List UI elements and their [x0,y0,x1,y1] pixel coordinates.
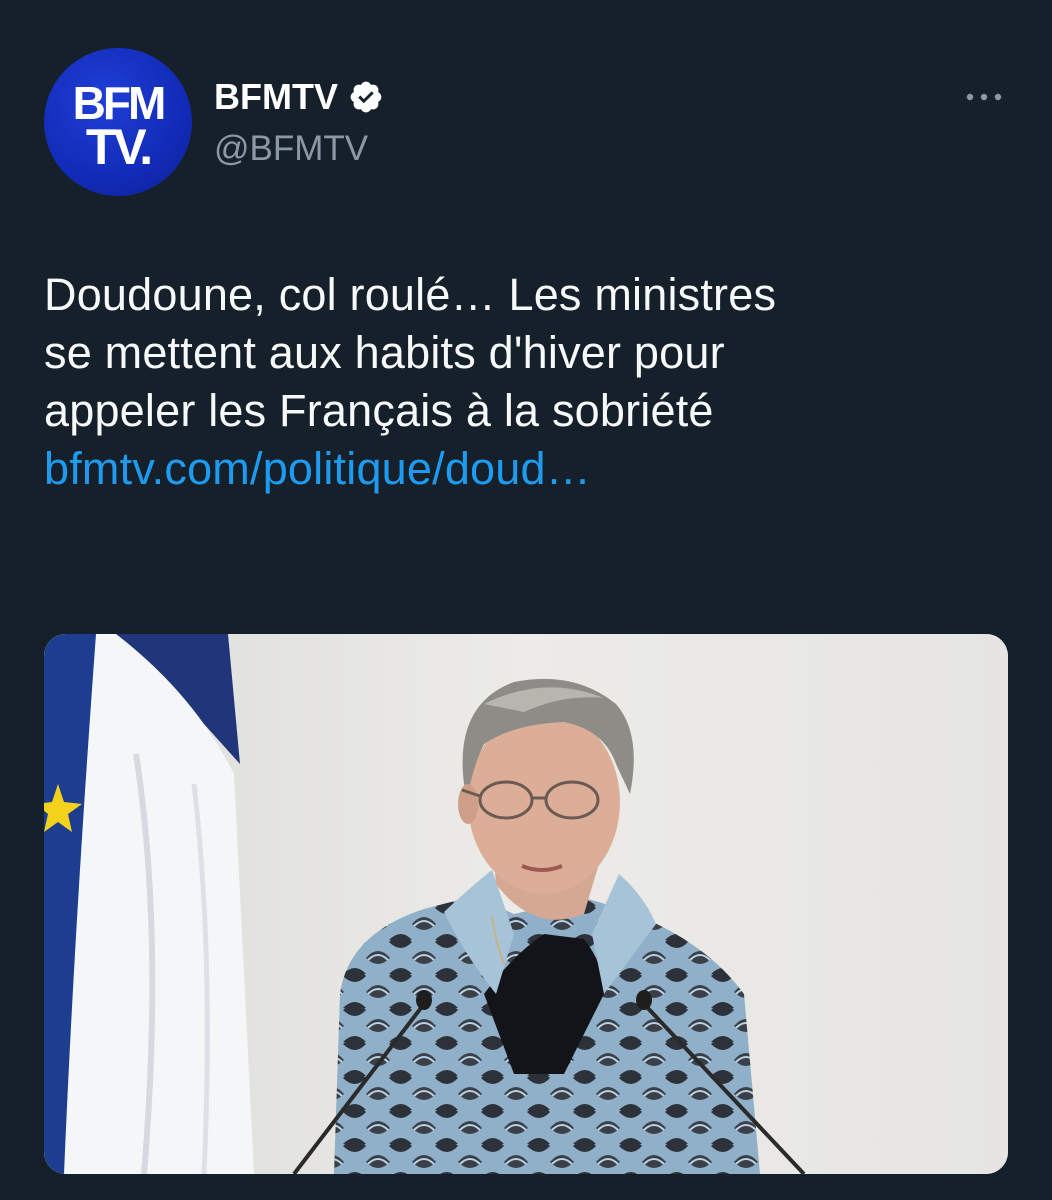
tweet-text-line: Doudoune, col roulé… Les ministres [44,269,777,320]
avatar-logo-line2: TV. [85,119,153,175]
tweet-link[interactable]: bfmtv.com/politique/doud… [44,440,1014,498]
tweet-text-line: appeler les Français à la sobriété [44,385,714,436]
display-name-text: BFMTV [214,76,338,117]
tweet-media-photo[interactable] [44,634,1008,1174]
verified-badge-icon [350,81,382,113]
more-options-icon[interactable] [960,82,1008,112]
photo-illustration [44,634,1008,1174]
account-handle[interactable]: @BFMTV [214,128,368,170]
tweet-text-line: se mettent aux habits d'hiver pour [44,327,725,378]
tweet-text: Doudoune, col roulé… Les ministres se me… [44,266,1014,498]
account-avatar[interactable]: BFM TV. [44,48,192,196]
account-display-name[interactable]: BFMTV [214,76,384,118]
